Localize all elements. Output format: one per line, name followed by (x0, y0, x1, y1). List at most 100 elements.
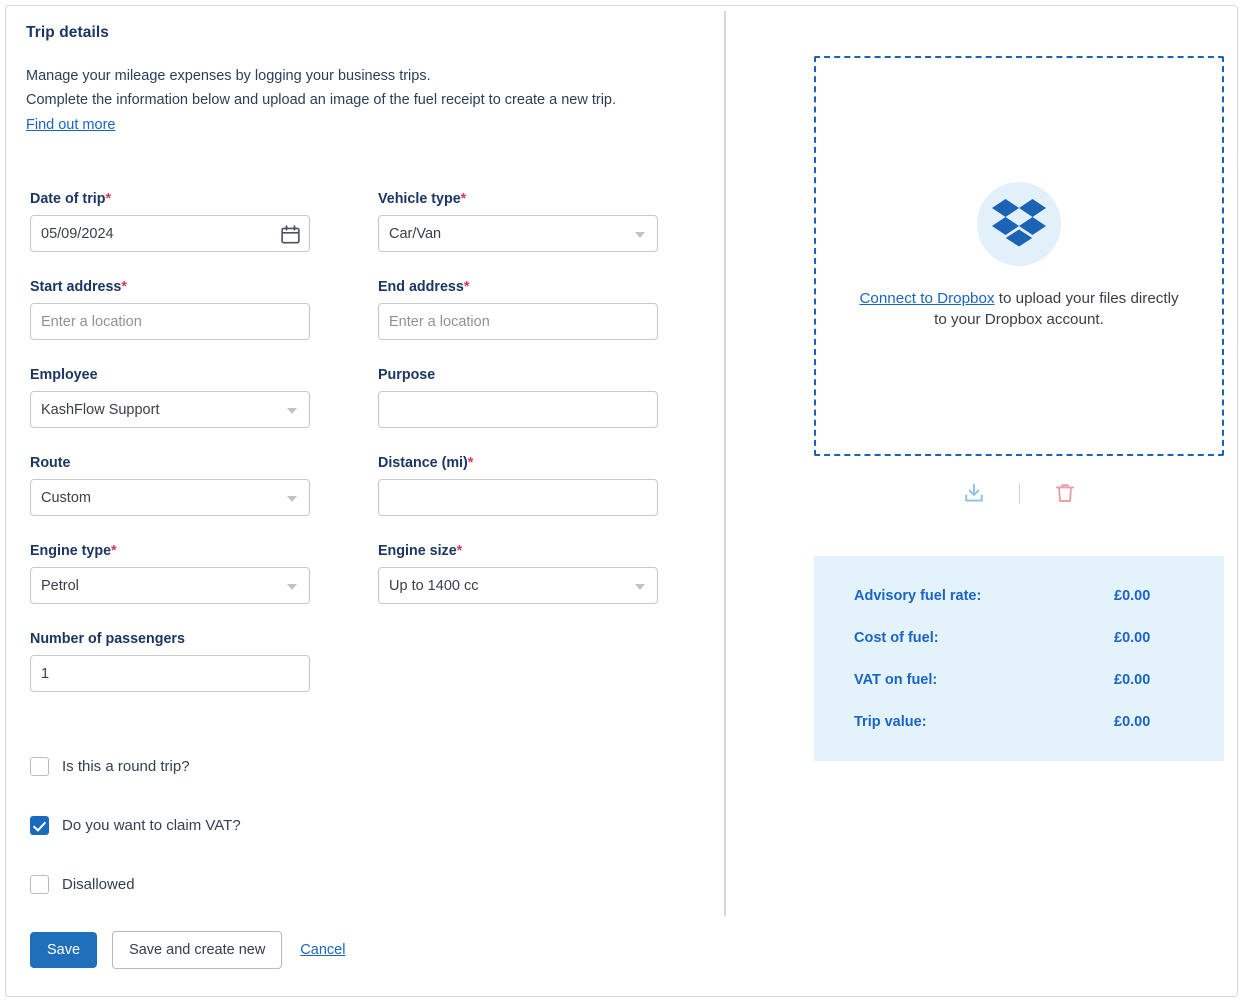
trip-summary-panel: Advisory fuel rate: £0.00 Cost of fuel: … (814, 556, 1224, 761)
vehicle-type-select[interactable]: Car/Van (378, 215, 658, 252)
summary-amount: £0.00 (1114, 588, 1151, 604)
checkbox-claim-vat-label: Do you want to claim VAT? (62, 816, 241, 834)
engine-type-select[interactable]: Petrol (30, 567, 310, 604)
form-row-2: Start address* Enter a location End addr… (26, 279, 686, 367)
field-distance: Distance (mi)* (378, 455, 658, 516)
label-route: Route (30, 455, 71, 471)
route-select[interactable]: Custom (30, 479, 310, 516)
employee-select[interactable]: KashFlow Support (30, 391, 310, 428)
trip-form: Date of trip* 05/09/2024 Vehicle type* C… (26, 191, 686, 719)
label-employee: Employee (30, 367, 98, 383)
checkbox-disallowed-box[interactable] (30, 874, 49, 894)
label-distance: Distance (mi)* (378, 455, 474, 471)
summary-row-cost-of-fuel: Cost of fuel: £0.00 (854, 630, 1184, 646)
summary-label: Advisory fuel rate: (854, 588, 982, 604)
summary-amount: £0.00 (1114, 630, 1151, 646)
chevron-down-icon[interactable] (635, 584, 645, 590)
calendar-icon[interactable] (281, 225, 300, 244)
vehicle-type-value: Car/Van (389, 225, 442, 242)
chevron-down-icon[interactable] (287, 584, 297, 590)
field-passengers: Number of passengers 1 (30, 631, 310, 692)
label-vehicle-type: Vehicle type* (378, 191, 467, 207)
field-engine-size: Engine size* Up to 1400 cc (378, 543, 658, 604)
checkbox-group: Is this a round trip? Do you want to cla… (30, 751, 241, 928)
date-of-trip-value: 05/09/2024 (41, 225, 114, 242)
dropzone-text: Connect to Dropbox to upload your files … (859, 288, 1179, 330)
checkbox-round-trip-label: Is this a round trip? (62, 757, 190, 775)
file-dropzone[interactable]: Connect to Dropbox to upload your files … (814, 56, 1224, 456)
find-out-more-link[interactable]: Find out more (26, 113, 115, 137)
label-end-address: End address* (378, 279, 470, 295)
field-end-address: End address* Enter a location (378, 279, 658, 340)
label-engine-type: Engine type* (30, 543, 117, 559)
chevron-down-icon[interactable] (287, 496, 297, 502)
engine-size-value: Up to 1400 cc (389, 577, 479, 594)
field-vehicle-type: Vehicle type* Car/Van (378, 191, 658, 252)
trip-form-pane: Trip details Manage your mileage expense… (6, 6, 729, 998)
start-address-input[interactable]: Enter a location (30, 303, 310, 340)
save-button[interactable]: Save (30, 932, 98, 968)
label-date-of-trip: Date of trip* (30, 191, 112, 207)
form-row-3: Employee KashFlow Support Purpose (26, 367, 686, 455)
cancel-button[interactable]: Cancel (300, 942, 345, 958)
purpose-input[interactable] (378, 391, 658, 428)
end-address-input[interactable]: Enter a location (378, 303, 658, 340)
tool-divider (1018, 482, 1020, 504)
trash-icon[interactable] (1048, 476, 1082, 510)
intro-text: Manage your mileage expenses by logging … (26, 64, 726, 137)
checkbox-round-trip[interactable]: Is this a round trip? (30, 751, 241, 781)
summary-amount: £0.00 (1114, 714, 1151, 730)
page-title: Trip details (26, 24, 110, 41)
date-of-trip-input[interactable]: 05/09/2024 (30, 215, 310, 252)
summary-label: VAT on fuel: (854, 672, 938, 688)
chevron-down-icon[interactable] (635, 232, 645, 238)
form-row-6: Number of passengers 1 (26, 631, 686, 719)
dropbox-logo-icon (977, 182, 1061, 266)
summary-row-trip-value: Trip value: £0.00 (854, 714, 1184, 730)
form-row-1: Date of trip* 05/09/2024 Vehicle type* C… (26, 191, 686, 279)
start-address-placeholder: Enter a location (41, 313, 142, 330)
checkbox-disallowed[interactable]: Disallowed (30, 869, 241, 899)
summary-amount: £0.00 (1114, 672, 1151, 688)
download-icon[interactable] (957, 476, 991, 510)
distance-input[interactable] (378, 479, 658, 516)
label-passengers: Number of passengers (30, 631, 185, 647)
checkbox-round-trip-box[interactable] (30, 756, 49, 776)
field-purpose: Purpose (378, 367, 658, 428)
summary-label: Trip value: (854, 714, 927, 730)
route-value: Custom (41, 489, 91, 506)
field-route: Route Custom (30, 455, 310, 516)
end-address-placeholder: Enter a location (389, 313, 490, 330)
file-tools (814, 476, 1224, 510)
employee-value: KashFlow Support (41, 401, 160, 418)
field-date-of-trip: Date of trip* 05/09/2024 (30, 191, 310, 252)
checkbox-claim-vat[interactable]: Do you want to claim VAT? (30, 810, 241, 840)
trip-details-card: Trip details Manage your mileage expense… (5, 5, 1238, 997)
field-engine-type: Engine type* Petrol (30, 543, 310, 604)
label-engine-size: Engine size* (378, 543, 463, 559)
save-and-create-new-button[interactable]: Save and create new (112, 931, 283, 969)
connect-to-dropbox-link[interactable]: Connect to Dropbox (859, 290, 994, 307)
chevron-down-icon[interactable] (287, 408, 297, 414)
checkbox-disallowed-label: Disallowed (62, 875, 135, 893)
form-actions: Save Save and create new Cancel (30, 931, 345, 969)
label-start-address: Start address* (30, 279, 127, 295)
field-employee: Employee KashFlow Support (30, 367, 310, 428)
intro-line-2: Complete the information below and uploa… (26, 92, 617, 108)
summary-label: Cost of fuel: (854, 630, 939, 646)
summary-row-vat-on-fuel: VAT on fuel: £0.00 (854, 672, 1184, 688)
passengers-input[interactable]: 1 (30, 655, 310, 692)
summary-row-advisory-fuel-rate: Advisory fuel rate: £0.00 (854, 588, 1184, 604)
vertical-divider (724, 11, 726, 916)
engine-type-value: Petrol (41, 577, 79, 594)
label-purpose: Purpose (378, 367, 436, 383)
dropbox-glyph-icon (992, 199, 1046, 247)
intro-line-1: Manage your mileage expenses by logging … (26, 68, 431, 84)
upload-pane: Connect to Dropbox to upload your files … (729, 6, 1239, 998)
field-start-address: Start address* Enter a location (30, 279, 310, 340)
checkbox-claim-vat-box[interactable] (30, 815, 49, 835)
form-row-5: Engine type* Petrol Engine size* Up to 1… (26, 543, 686, 631)
passengers-value: 1 (41, 665, 50, 682)
engine-size-select[interactable]: Up to 1400 cc (378, 567, 658, 604)
form-row-4: Route Custom Distance (mi)* (26, 455, 686, 543)
